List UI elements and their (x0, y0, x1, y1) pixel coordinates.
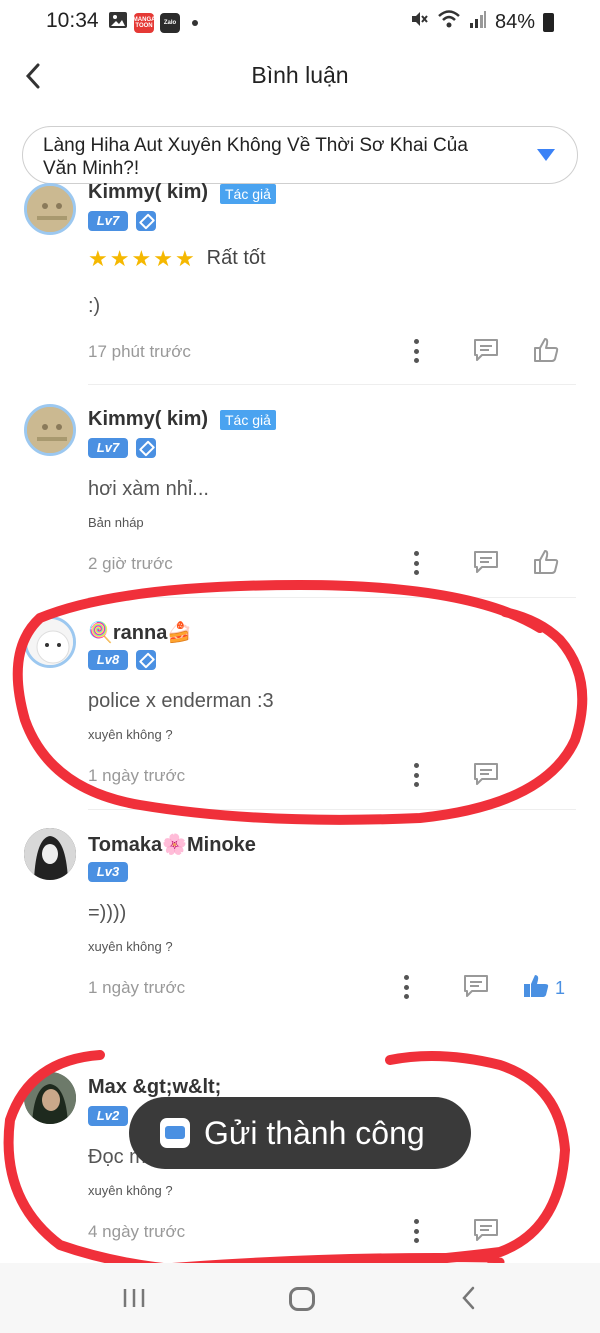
comment-time: 1 ngày trước (88, 766, 186, 785)
comment-username[interactable]: Kimmy( kim) (88, 181, 208, 204)
more-options-button[interactable] (406, 551, 426, 575)
comment-username[interactable]: Kimmy( kim) (88, 408, 208, 431)
thumbs-up-icon (534, 550, 559, 574)
vip-badge-icon (136, 438, 156, 458)
mangatoon-app-icon: MANGA TOON (133, 12, 155, 33)
reply-button[interactable] (473, 550, 499, 574)
comment-time: 17 phút trước (88, 342, 191, 361)
like-button-active[interactable] (522, 972, 550, 1000)
comment-chapter[interactable]: xuyên không ? (88, 1183, 173, 1198)
comment-item: 🍭ranna🍰 Lv8 police x enderman :3 xuyên k… (0, 608, 600, 810)
status-time: 10:34 (46, 9, 99, 32)
thumbs-up-icon (534, 338, 559, 362)
comment-time: 1 ngày trước (88, 978, 186, 997)
rating: ★ ★ ★ ★ ★ Rất tốt (88, 247, 266, 270)
star-icon: ★ (131, 245, 152, 271)
reply-button[interactable] (473, 338, 499, 362)
chevron-left-icon (462, 1286, 475, 1310)
user-avatar[interactable] (24, 1072, 76, 1124)
comment-username[interactable]: 🍭ranna🍰 (88, 620, 192, 645)
comment-icon (464, 975, 488, 997)
comment-username[interactable]: Max &gt;w&lt; (88, 1076, 221, 1099)
author-tag: Tác giả (220, 184, 276, 204)
toast-message: Gửi thành công (204, 1114, 425, 1151)
comment-icon (474, 551, 498, 573)
author-tag: Tác giả (220, 410, 276, 430)
gallery-icon (108, 11, 128, 34)
comment-item: Kimmy( kim) Tác giả Lv7 hơi xàm nhỉ... B… (0, 396, 600, 598)
like-count: 1 (555, 978, 566, 998)
divider (88, 809, 576, 810)
reply-button[interactable] (463, 974, 489, 998)
star-icon: ★ (174, 245, 195, 271)
like-button[interactable] (532, 548, 560, 576)
page-title: Bình luận (251, 62, 349, 88)
status-bar: 10:34 MANGA TOON Zalo 84% (0, 0, 600, 44)
more-options-button[interactable] (406, 763, 426, 787)
level-badge: Lv7 (88, 211, 128, 231)
comment-body: police x enderman :3 (88, 690, 274, 712)
thumbs-up-filled-icon (524, 975, 549, 997)
more-options-button[interactable] (396, 975, 416, 999)
comment-item: Kimmy( kim) Tác giả Lv7 ★ ★ ★ ★ ★ Rất tố… (0, 175, 600, 385)
status-notification-icons: MANGA TOON Zalo (108, 11, 198, 34)
comment-icon (474, 763, 498, 785)
user-avatar[interactable] (24, 828, 76, 880)
level-badge: Lv2 (88, 1106, 128, 1126)
level-badge: Lv3 (88, 862, 128, 882)
comment-time: 4 ngày trước (88, 1222, 186, 1241)
signal-icon (469, 9, 487, 35)
user-avatar[interactable] (24, 183, 76, 235)
recent-apps-icon (123, 1289, 145, 1307)
caret-down-icon (537, 149, 555, 161)
comment-body: :) (88, 295, 101, 317)
home-button[interactable] (289, 1287, 315, 1311)
reply-button[interactable] (473, 762, 499, 786)
recent-apps-button[interactable] (122, 1287, 146, 1309)
like-button[interactable] (532, 336, 560, 364)
system-back-button[interactable] (458, 1285, 480, 1311)
star-icon: ★ (153, 245, 173, 271)
divider (88, 384, 576, 385)
vip-badge-icon (136, 650, 156, 670)
comment-chapter[interactable]: xuyên không ? (88, 939, 173, 954)
reply-button[interactable] (473, 1218, 499, 1242)
rating-text: Rất tốt (206, 247, 266, 269)
system-nav-bar (0, 1263, 600, 1333)
mute-icon (409, 9, 429, 35)
comment-body: =)))) (88, 902, 127, 924)
user-avatar[interactable] (24, 616, 76, 668)
comment-item: Tomaka🌸Minoke Lv3 =)))) xuyên không ? 1 … (0, 820, 600, 1030)
status-system-icons: 84% (409, 9, 554, 35)
level-badge: Lv8 (88, 650, 128, 670)
star-icon: ★ (109, 245, 130, 271)
toast-notification: Gửi thành công (129, 1097, 471, 1169)
battery-icon (543, 12, 554, 32)
comment-username[interactable]: Tomaka🌸Minoke (88, 832, 256, 857)
comment-icon (474, 339, 498, 361)
app-logo-icon (160, 1118, 190, 1148)
star-icon: ★ (88, 245, 108, 271)
dot-icon (192, 19, 198, 26)
comment-icon (474, 1219, 498, 1241)
battery-level: 84% (494, 10, 535, 33)
comment-chapter[interactable]: xuyên không ? (88, 727, 173, 742)
user-avatar[interactable] (24, 404, 76, 456)
divider (88, 597, 576, 598)
wifi-icon (437, 9, 461, 35)
chapter-select-value: Làng Hiha Aut Xuyên Không Về Thời Sơ Kha… (43, 135, 468, 179)
zalo-app-icon: Zalo (160, 12, 180, 33)
vip-badge-icon (136, 211, 156, 231)
comment-body: hơi xàm nhỉ... (88, 478, 209, 500)
comment-chapter[interactable]: Bản nháp (88, 515, 144, 530)
comment-time: 2 giờ trước (88, 554, 173, 573)
more-options-button[interactable] (406, 1219, 426, 1243)
level-badge: Lv7 (88, 438, 128, 458)
more-options-button[interactable] (406, 339, 426, 363)
